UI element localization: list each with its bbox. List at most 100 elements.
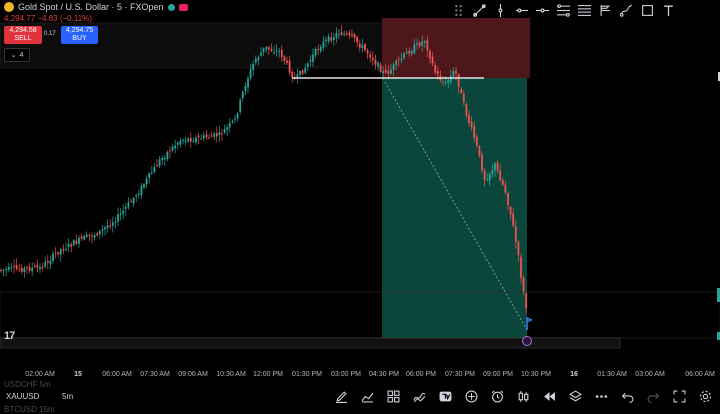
candle-body: [192, 140, 195, 142]
candle-body: [429, 50, 431, 59]
candle-body: [210, 135, 213, 137]
candle-body: [213, 133, 216, 137]
layers-icon[interactable]: [562, 386, 588, 406]
candle-body: [148, 173, 151, 178]
timeframe-label[interactable]: 5m: [62, 392, 73, 401]
candles-icon[interactable]: [510, 386, 536, 406]
time-axis-label: 16: [570, 371, 578, 378]
replay-icon[interactable]: [536, 386, 562, 406]
tv-logo-icon[interactable]: [432, 386, 458, 406]
vertical-line-icon[interactable]: [490, 1, 511, 21]
more-icon[interactable]: [588, 386, 614, 406]
candle-body: [228, 123, 231, 128]
event-marker[interactable]: [522, 336, 532, 346]
time-axis-label: 06:00 AM: [685, 371, 715, 378]
candle-body: [335, 33, 338, 38]
price-chart[interactable]: [0, 0, 720, 365]
candle-body: [158, 159, 161, 167]
candle-body: [364, 44, 366, 50]
time-axis-label: 01:30 AM: [597, 371, 627, 378]
take-profit-zone[interactable]: [382, 78, 527, 338]
candle-body: [403, 53, 405, 58]
redo-icon[interactable]: [640, 386, 666, 406]
parallel-channel-icon[interactable]: [553, 1, 574, 21]
candle-body: [460, 88, 463, 93]
tv-watermark-icon: 17: [4, 330, 15, 342]
rectangle-icon[interactable]: [637, 1, 658, 21]
candle-body: [413, 44, 416, 53]
candle-body: [72, 240, 75, 246]
candle-body: [49, 260, 52, 265]
time-axis[interactable]: 02:00 AM 15 06:00 AM 07:30 AM 09:00 AM 10:30 …: [0, 365, 720, 385]
pitchfork-icon[interactable]: [595, 1, 616, 21]
undo-icon[interactable]: [614, 386, 640, 406]
candle-body: [117, 214, 119, 222]
candle-body: [85, 234, 88, 237]
brush-icon[interactable]: [616, 1, 637, 21]
candle-body: [299, 71, 301, 75]
candle-body: [18, 268, 21, 270]
time-axis-label: 10:30 AM: [216, 371, 246, 378]
candle-body: [20, 268, 23, 272]
candle-body: [187, 138, 190, 142]
candle-body: [65, 248, 67, 250]
sell-button[interactable]: 4,294.58 SELL: [4, 26, 42, 44]
candle-body: [176, 142, 179, 145]
candle-body: [486, 179, 489, 181]
horizontal-line-icon[interactable]: [532, 1, 553, 21]
candle-body: [314, 48, 317, 56]
candle-body: [2, 269, 5, 271]
candle-body: [330, 37, 333, 41]
fullscreen-icon[interactable]: [666, 386, 692, 406]
time-axis-label: 07:30 PM: [445, 371, 475, 378]
candle-body: [304, 68, 307, 73]
candle-body: [309, 60, 312, 62]
candle-body: [5, 269, 8, 271]
candle-body: [395, 60, 398, 66]
candle-body: [504, 184, 507, 193]
candle-body: [13, 266, 15, 268]
horizontal-ray-icon[interactable]: [511, 1, 532, 21]
indicators-icon[interactable]: [406, 386, 432, 406]
candle-body: [80, 236, 83, 239]
candle-body: [457, 74, 460, 87]
buy-button[interactable]: 4,294.75 BUY: [61, 26, 98, 44]
time-axis-label: 12:00 PM: [253, 371, 283, 378]
indicators-collapse-toggle[interactable]: ⌄ 4: [4, 48, 30, 62]
settings-icon[interactable]: [692, 386, 718, 406]
symbol-label[interactable]: XAUUSD: [6, 392, 39, 401]
candle-body: [288, 60, 291, 73]
candle-body: [140, 185, 143, 196]
candle-body: [161, 157, 164, 161]
chart-type-icon[interactable]: [354, 386, 380, 406]
gold-logo-icon: [4, 2, 14, 12]
alarm-icon[interactable]: [484, 386, 510, 406]
candle-body: [520, 256, 522, 278]
drag-handle-icon[interactable]: [448, 1, 469, 21]
candle-body: [83, 236, 86, 240]
candle-body: [130, 201, 132, 203]
candle-body: [267, 47, 270, 50]
candle-body: [512, 213, 515, 226]
candle-body: [247, 78, 249, 88]
candle-body: [405, 52, 408, 54]
symbol-header[interactable]: Gold Spot / U.S. Dollar · 5 · FXOpen: [4, 2, 188, 12]
candle-body: [197, 135, 200, 138]
candle-body: [88, 234, 91, 236]
time-axis-label: 03:00 AM: [635, 371, 665, 378]
candle-body: [525, 293, 528, 309]
candle-body: [379, 64, 382, 73]
add-icon[interactable]: [458, 386, 484, 406]
candle-body: [132, 198, 135, 204]
fib-retracement-icon[interactable]: [574, 1, 595, 21]
trend-line-icon[interactable]: [469, 1, 490, 21]
pencil-icon[interactable]: [328, 386, 354, 406]
candle-body: [208, 137, 210, 139]
layout-grid-icon[interactable]: [380, 386, 406, 406]
candle-body: [262, 48, 265, 53]
text-icon[interactable]: [658, 1, 679, 21]
candle-body: [447, 80, 450, 84]
candle-body: [226, 127, 229, 130]
candle-body: [179, 140, 182, 145]
candle-body: [218, 132, 221, 136]
